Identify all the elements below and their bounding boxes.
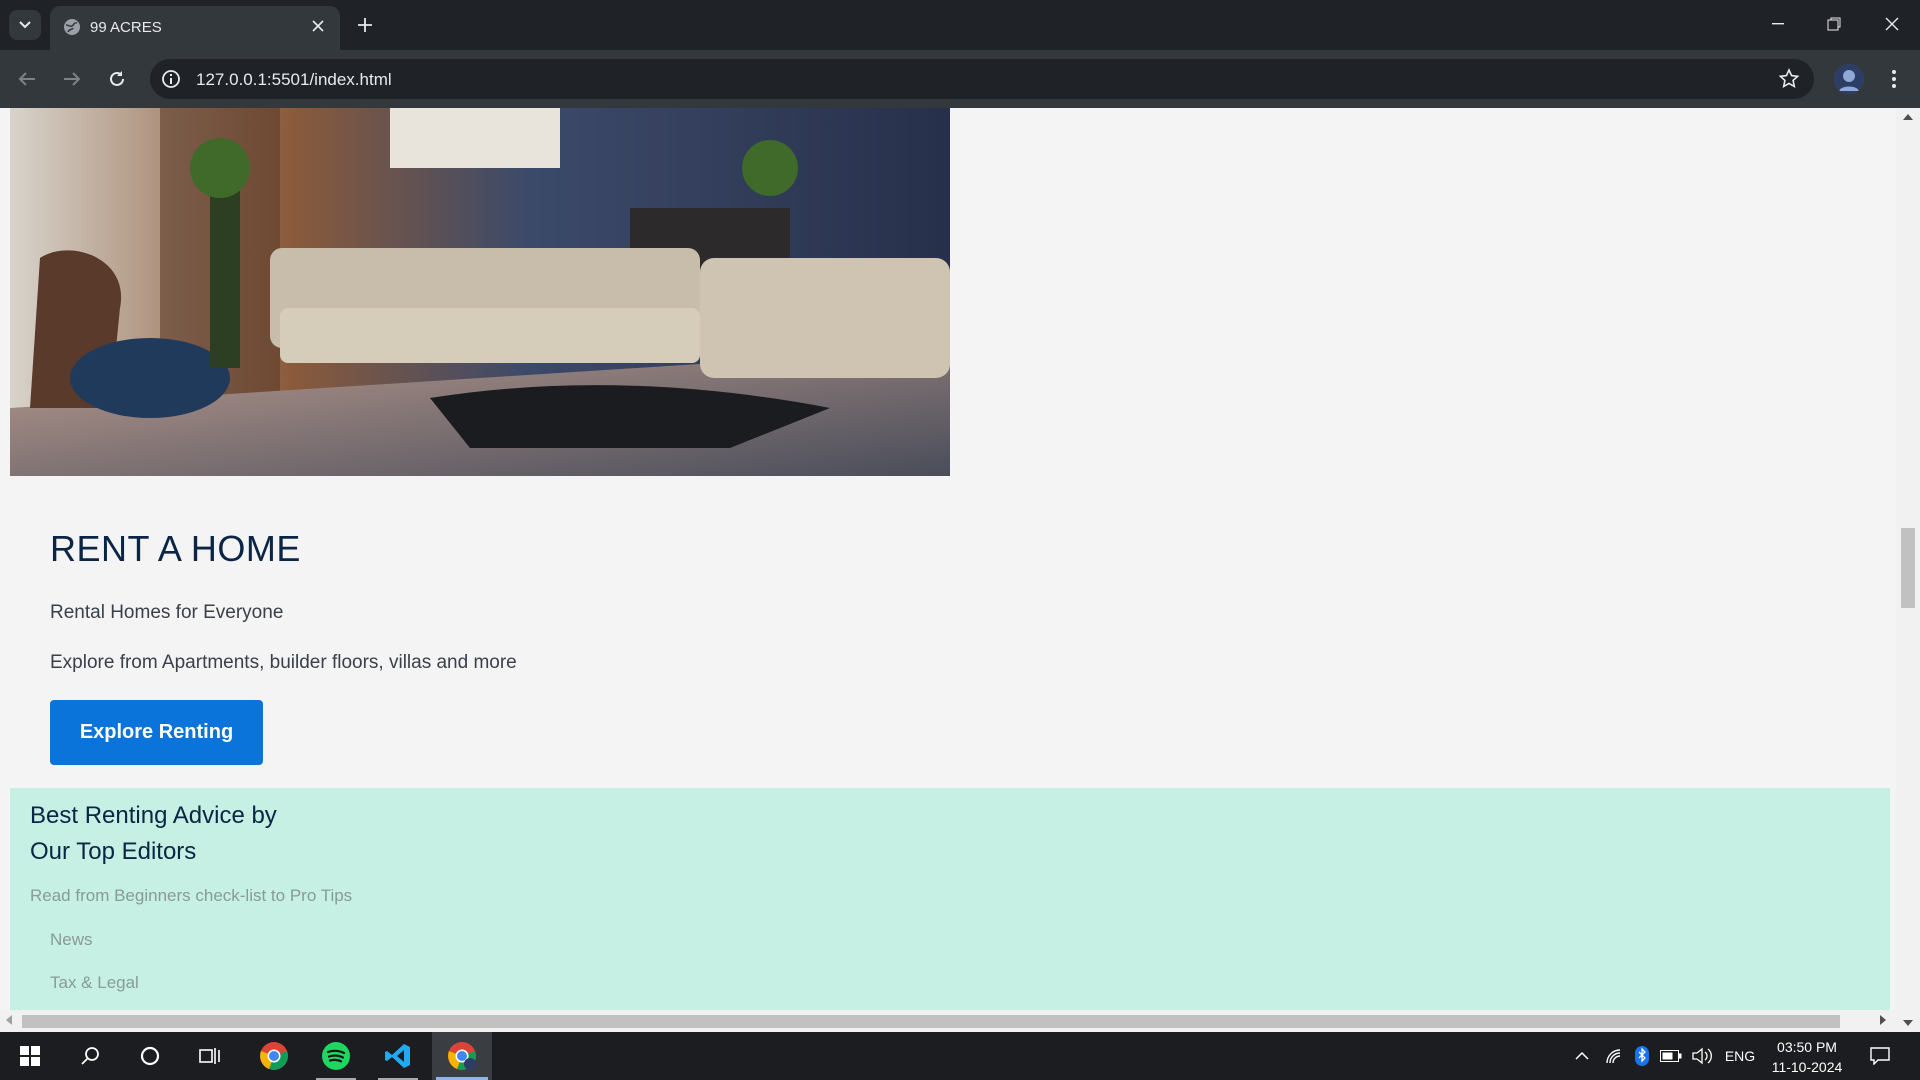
speaker-icon — [1692, 1047, 1712, 1065]
vertical-scroll-thumb[interactable] — [1901, 528, 1915, 608]
start-button[interactable] — [2, 1032, 58, 1080]
advice-subtitle: Read from Beginners check-list to Pro Ti… — [30, 886, 353, 905]
task-view-button[interactable] — [182, 1032, 238, 1080]
profile-avatar[interactable] — [1834, 64, 1864, 94]
bookmark-star-icon[interactable] — [1778, 68, 1800, 90]
tab-title: 99 ACRES — [90, 19, 162, 36]
plus-icon — [358, 18, 372, 32]
battery-tray[interactable] — [1656, 1032, 1686, 1080]
close-window-button[interactable] — [1864, 0, 1920, 48]
vertical-scrollbar[interactable] — [1896, 108, 1920, 1032]
chevron-down-icon — [19, 21, 31, 29]
show-hidden-icons[interactable] — [1568, 1032, 1596, 1080]
windows-taskbar: ENG 03:50 PM 11-10-2024 — [0, 1032, 1920, 1080]
forward-button[interactable] — [57, 64, 87, 94]
horizontal-scrollbar[interactable] — [0, 1010, 1896, 1032]
reload-icon — [110, 71, 124, 86]
avatar-icon — [1834, 64, 1864, 94]
scroll-up-icon[interactable] — [1903, 114, 1913, 120]
minimize-button[interactable] — [1750, 0, 1806, 48]
advice-heading-line1: Best Renting Advice by — [30, 802, 277, 829]
advice-heading-line2: Our Top Editors — [30, 838, 197, 865]
battery-icon — [1660, 1050, 1682, 1062]
horizontal-scroll-thumb[interactable] — [22, 1015, 1840, 1028]
forward-arrow-icon — [64, 72, 81, 86]
taskbar-vscode[interactable] — [370, 1032, 426, 1080]
chrome-profile-icon — [448, 1042, 476, 1070]
cortana-button[interactable] — [122, 1032, 178, 1080]
windows-logo-icon — [20, 1046, 40, 1066]
clock-date: 11-10-2024 — [1771, 1059, 1843, 1075]
close-tab-icon[interactable] — [308, 16, 328, 36]
kebab-menu-icon — [1892, 70, 1896, 88]
taskbar-spotify[interactable] — [308, 1032, 364, 1080]
cortana-ring-icon — [140, 1046, 160, 1066]
new-tab-button[interactable] — [352, 12, 378, 38]
site-info-icon[interactable] — [160, 68, 182, 90]
language-indicator[interactable]: ENG — [1722, 1032, 1758, 1080]
taskbar-chrome[interactable] — [246, 1032, 302, 1080]
url-text[interactable]: 127.0.0.1:5501/index.html — [196, 70, 392, 90]
tab-search-button[interactable] — [9, 10, 41, 40]
taskbar-search-button[interactable] — [62, 1032, 118, 1080]
living-room-image — [10, 108, 950, 476]
vscode-icon — [385, 1044, 410, 1068]
browser-menu-button[interactable] — [1880, 64, 1908, 94]
search-icon — [81, 1047, 99, 1065]
advice-link-tax-legal[interactable]: Tax & Legal — [50, 973, 139, 993]
rent-home-subtitle: Rental Homes for Everyone — [50, 602, 284, 623]
advice-link-news[interactable]: News — [50, 930, 93, 950]
browser-toolbar: 127.0.0.1:5501/index.html — [0, 50, 1920, 108]
close-icon — [1885, 17, 1899, 31]
task-view-icon — [199, 1048, 220, 1064]
taskbar-chrome-active[interactable] — [432, 1032, 492, 1080]
bluetooth-icon — [1635, 1046, 1649, 1066]
reload-button[interactable] — [102, 64, 132, 94]
rent-home-description: Explore from Apartments, builder floors,… — [50, 652, 517, 673]
spotify-icon — [322, 1042, 350, 1070]
back-button[interactable] — [12, 64, 42, 94]
chevron-up-icon — [1575, 1052, 1589, 1060]
globe-icon — [64, 19, 80, 35]
notification-center-button[interactable] — [1862, 1032, 1898, 1080]
explore-renting-button[interactable]: Explore Renting — [50, 700, 263, 765]
restore-icon — [1827, 17, 1841, 31]
rent-home-section: RENT A HOME Rental Homes for Everyone Ex… — [10, 476, 1890, 788]
chrome-icon — [260, 1042, 288, 1070]
advice-heading: Best Renting Advice by Our Top Editors — [30, 798, 330, 870]
clock-time: 03:50 PM — [1777, 1039, 1837, 1055]
clock[interactable]: 03:50 PM 11-10-2024 — [1762, 1037, 1852, 1077]
minimize-icon — [1772, 23, 1784, 25]
rent-home-heading: RENT A HOME — [50, 528, 301, 569]
page-viewport: RENT A HOME Rental Homes for Everyone Ex… — [0, 108, 1920, 1032]
network-tray[interactable] — [1600, 1032, 1628, 1080]
address-bar[interactable]: 127.0.0.1:5501/index.html — [150, 59, 1814, 99]
wifi-icon — [1606, 1049, 1621, 1064]
scroll-right-icon[interactable] — [1880, 1015, 1886, 1025]
renting-advice-section: Best Renting Advice by Our Top Editors R… — [10, 788, 1890, 1032]
browser-tab-bar: 99 ACRES — [0, 0, 1920, 50]
restore-button[interactable] — [1806, 0, 1862, 48]
notification-icon — [1870, 1047, 1890, 1065]
scroll-down-icon[interactable] — [1903, 1020, 1913, 1026]
volume-tray[interactable] — [1688, 1032, 1718, 1080]
bluetooth-tray[interactable] — [1628, 1032, 1656, 1080]
back-arrow-icon — [18, 72, 35, 86]
scroll-left-icon[interactable] — [6, 1015, 12, 1025]
browser-tab[interactable]: 99 ACRES — [50, 6, 340, 50]
